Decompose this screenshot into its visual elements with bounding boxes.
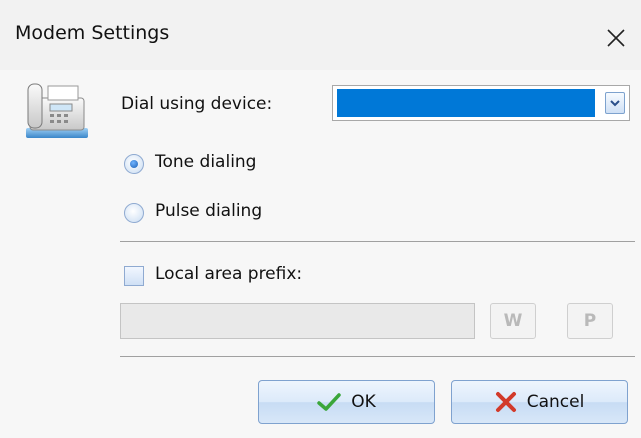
fax-phone-icon [22,80,92,146]
dial-device-label: Dial using device: [121,94,273,114]
local-prefix-checkbox[interactable] [124,266,144,286]
checkmark-icon [317,393,341,411]
cancel-button[interactable]: Cancel [451,380,628,424]
close-icon [607,29,625,47]
chevron-down-icon [610,100,620,107]
separator-top [120,241,635,242]
cancel-label: Cancel [526,392,585,412]
window-title: Modem Settings [15,22,170,44]
title-bar: Modem Settings [0,0,641,70]
close-button[interactable] [598,20,634,56]
local-prefix-input[interactable] [120,303,475,339]
local-prefix-label: Local area prefix: [155,264,303,284]
dial-device-selected-value [337,89,595,117]
tone-dialing-radio[interactable] [124,154,144,174]
dropdown-button[interactable] [605,92,625,114]
dial-device-select[interactable] [332,85,630,121]
pulse-dialing-label: Pulse dialing [155,201,263,221]
separator-bottom [120,356,635,357]
x-mark-icon [495,392,516,412]
tone-dialing-label: Tone dialing [155,152,257,172]
ok-label: OK [351,392,376,412]
pulse-dialing-radio[interactable] [124,203,144,223]
insert-pause-button[interactable]: P [567,303,613,339]
ok-button[interactable]: OK [258,380,435,424]
insert-wait-button[interactable]: W [490,303,536,339]
